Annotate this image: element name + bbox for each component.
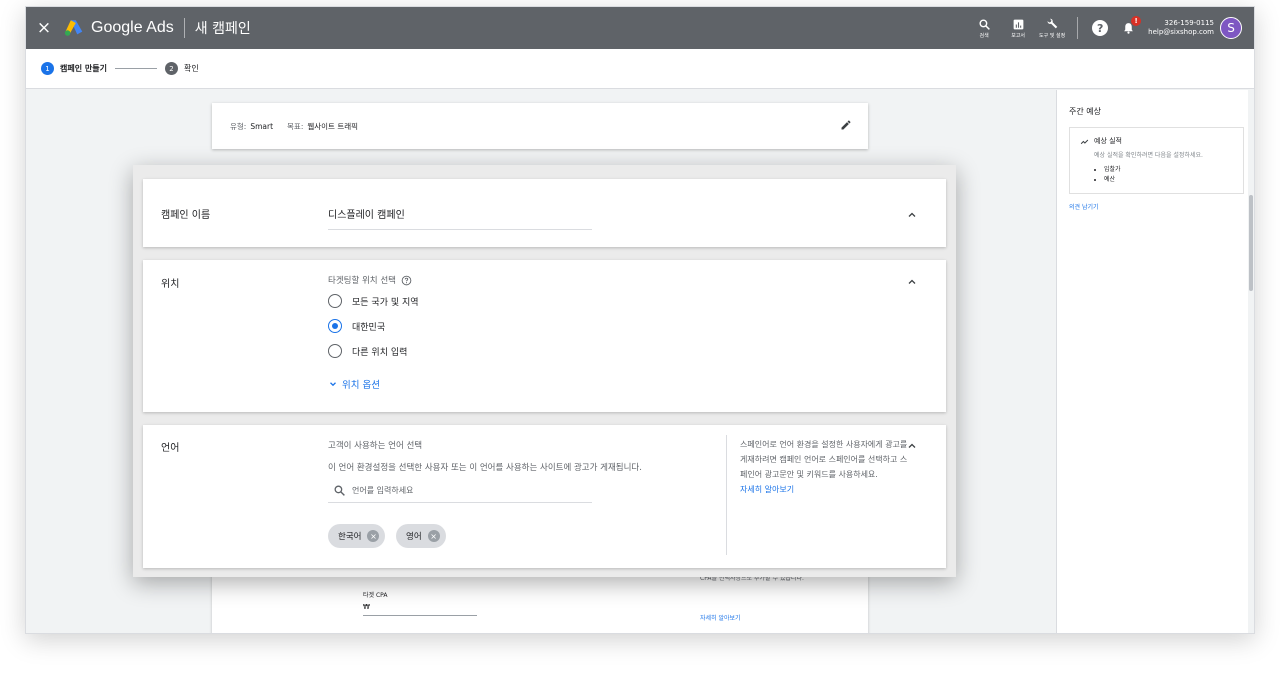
campaign-name-section: 캠페인 이름 디스플레이 캠페인 xyxy=(143,179,946,247)
language-chip-korean[interactable]: 한국어 × xyxy=(328,524,386,548)
location-option-other[interactable]: 다른 위치 입력 xyxy=(328,344,407,358)
pencil-icon[interactable] xyxy=(840,119,852,131)
list-item: 예산 xyxy=(1104,175,1233,185)
radio-button[interactable] xyxy=(328,344,342,358)
notifications-button[interactable]: ! xyxy=(1118,16,1142,38)
location-options-label: 위치 옵션 xyxy=(342,380,380,391)
search-tool-label: 검색 xyxy=(979,32,989,39)
scrollbar[interactable] xyxy=(1248,90,1254,633)
location-option-korea[interactable]: 대한민국 xyxy=(328,319,385,333)
step-2-label[interactable]: 확인 xyxy=(184,63,199,74)
tools-settings-label: 도구 및 설정 xyxy=(1039,33,1066,39)
location-section: 위치 타겟팅할 위치 선택 모든 국가 및 지역 대한민국 다른 위치 입력 위… xyxy=(143,260,946,412)
google-ads-logo xyxy=(64,20,83,36)
remove-chip-icon[interactable]: × xyxy=(427,530,440,542)
chip-label: 한국어 xyxy=(338,532,362,542)
weekly-estimate-panel: 주간 예상 예상 실적 예상 실적을 확인하려면 다음을 설정하세요. 입찰가 … xyxy=(1056,90,1254,633)
chevron-up-icon[interactable] xyxy=(906,276,918,288)
location-option-label: 대한민국 xyxy=(352,322,386,333)
location-prompt-text: 타겟팅할 위치 선택 xyxy=(328,276,396,286)
chevron-down-icon xyxy=(330,382,336,387)
learn-more-link[interactable]: 자세히 알아보기 xyxy=(700,613,741,622)
step-1-label[interactable]: 캠페인 만들기 xyxy=(60,63,107,74)
trending-icon xyxy=(1080,139,1089,144)
radio-button[interactable] xyxy=(328,294,342,308)
language-title: 언어 xyxy=(161,443,180,454)
language-description: 이 언어 환경설정을 선택한 사용자 또는 이 언어를 사용하는 사이트에 광고… xyxy=(328,463,642,473)
language-prompt: 고객이 사용하는 언어 선택 xyxy=(328,441,423,451)
account-email: help@sixshop.com xyxy=(1148,28,1214,36)
language-chip-english[interactable]: 영어 × xyxy=(396,524,446,548)
help-circle-icon[interactable] xyxy=(401,275,412,286)
top-bar: × Google Ads 새 캠페인 검색 보고서 도구 및 설정 ? ! 32… xyxy=(26,7,1254,49)
estimate-title: 예상 실적 xyxy=(1094,137,1122,145)
notification-badge: ! xyxy=(1131,16,1142,26)
location-prompt: 타겟팅할 위치 선택 xyxy=(328,274,412,286)
estimate-header: 예상 실적 xyxy=(1080,136,1233,146)
location-option-label: 모든 국가 및 지역 xyxy=(352,297,419,308)
reports-icon xyxy=(1013,19,1024,29)
feedback-link[interactable]: 의견 남기기 xyxy=(1069,202,1244,211)
step-1-number: 1 xyxy=(41,62,54,75)
type-label: 유형: xyxy=(230,121,247,131)
location-option-label: 다른 위치 입력 xyxy=(352,347,408,358)
account-id: 326-159-0115 xyxy=(1164,19,1214,27)
language-help: 스페인어로 언어 환경을 설정한 사용자에게 광고를 게재하려면 캠페인 언어로… xyxy=(740,437,908,497)
campaign-summary-card: 유형: Smart 목표: 웹사이트 트래픽 xyxy=(212,103,868,149)
learn-more-link[interactable]: 자세히 알아보기 xyxy=(740,485,794,494)
campaign-name-input[interactable]: 디스플레이 캠페인 xyxy=(328,206,592,230)
divider xyxy=(1077,17,1079,39)
campaign-settings-panel: 캠페인 이름 디스플레이 캠페인 위치 타겟팅할 위치 선택 모든 국가 및 지… xyxy=(133,165,956,577)
location-options-toggle[interactable]: 위치 옵션 xyxy=(328,377,380,391)
language-search-input[interactable]: 언어를 입력하세요 xyxy=(328,479,592,503)
step-2-number: 2 xyxy=(164,62,178,75)
target-cpa-label: 타겟 CPA xyxy=(363,592,388,599)
estimate-requirements: 입찰가 예산 xyxy=(1104,165,1233,185)
help-button[interactable]: ? xyxy=(1092,20,1109,36)
radio-button-selected[interactable] xyxy=(328,319,342,333)
panel-title: 주간 예상 xyxy=(1069,107,1101,116)
search-icon xyxy=(334,485,345,496)
campaign-name-title: 캠페인 이름 xyxy=(161,210,211,221)
top-tools: 검색 보고서 도구 및 설정 ? ! 326-159-0115 help@six… xyxy=(967,7,1242,49)
app-window: × Google Ads 새 캠페인 검색 보고서 도구 및 설정 ? ! 32… xyxy=(25,6,1255,634)
scrollbar-thumb[interactable] xyxy=(1249,195,1253,291)
divider xyxy=(726,435,727,555)
chevron-up-icon[interactable] xyxy=(906,440,918,452)
search-tool-button[interactable]: 검색 xyxy=(969,7,999,49)
type-value: Smart xyxy=(250,121,274,131)
search-icon xyxy=(979,18,990,30)
step-connector xyxy=(114,68,157,69)
avatar[interactable]: S xyxy=(1220,17,1242,39)
divider xyxy=(183,18,185,38)
tools-settings-button[interactable]: 도구 및 설정 xyxy=(1037,7,1067,49)
estimate-box: 예상 실적 예상 실적을 확인하려면 다음을 설정하세요. 입찰가 예산 xyxy=(1069,127,1244,194)
target-cpa-input[interactable]: ₩ xyxy=(363,603,477,616)
estimate-description: 예상 실적을 확인하려면 다음을 설정하세요. xyxy=(1094,152,1203,159)
chevron-up-icon[interactable] xyxy=(906,209,918,221)
remove-chip-icon[interactable]: × xyxy=(367,530,380,542)
page-title: 새 캠페인 xyxy=(194,21,251,37)
location-option-all[interactable]: 모든 국가 및 지역 xyxy=(328,294,419,308)
account-info[interactable]: 326-159-0115 help@sixshop.com xyxy=(1148,19,1214,37)
brand-name: Google Ads xyxy=(91,19,174,36)
list-item: 입찰가 xyxy=(1104,165,1233,175)
wrench-icon xyxy=(1047,18,1058,29)
language-section: 언어 고객이 사용하는 언어 선택 이 언어 환경설정을 선택한 사용자 또는 … xyxy=(143,425,946,568)
stepper: 1 캠페인 만들기 2 확인 xyxy=(26,49,1254,89)
language-help-text: 스페인어로 언어 환경을 설정한 사용자에게 광고를 게재하려면 캠페인 언어로… xyxy=(740,440,908,479)
chip-label: 영어 xyxy=(406,532,422,542)
location-title: 위치 xyxy=(161,279,180,290)
reports-tool-button[interactable]: 보고서 xyxy=(1003,7,1033,49)
goal-value: 웹사이트 트래픽 xyxy=(307,121,359,131)
reports-tool-label: 보고서 xyxy=(1011,32,1026,39)
language-search-placeholder: 언어를 입력하세요 xyxy=(352,486,414,495)
close-button[interactable]: × xyxy=(29,7,59,49)
goal-label: 목표: xyxy=(287,121,304,131)
